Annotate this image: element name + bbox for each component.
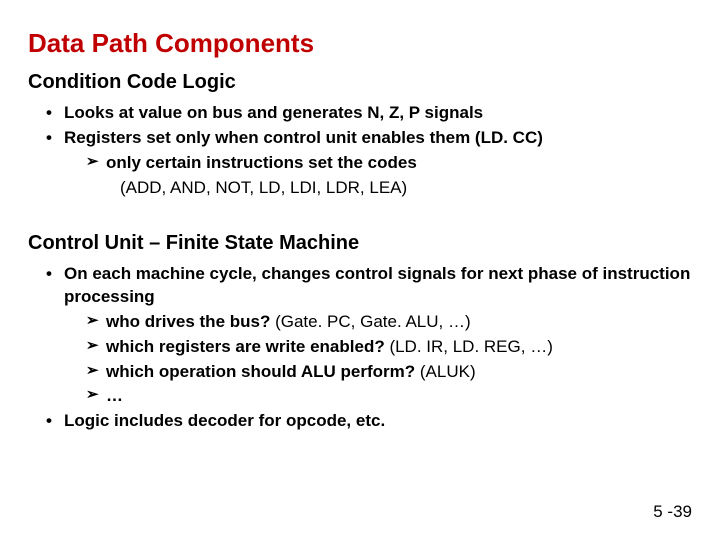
- sub-bullet-bold: who drives the bus?: [106, 312, 270, 331]
- bullet-list-2: On each machine cycle, changes control s…: [28, 263, 692, 434]
- bullet-item: Logic includes decoder for opcode, etc.: [42, 410, 692, 433]
- sub-bullet-item: who drives the bus? (Gate. PC, Gate. ALU…: [86, 311, 692, 334]
- sub-bullet-item: only certain instructions set the codes: [86, 152, 692, 175]
- slide-title: Data Path Components: [28, 28, 692, 59]
- bullet-item: Looks at value on bus and generates N, Z…: [42, 102, 692, 125]
- sub-bullet-item: which operation should ALU perform? (ALU…: [86, 361, 692, 384]
- sub-bullet-list: only certain instructions set the codes: [64, 152, 692, 175]
- sub-bullet-list: who drives the bus? (Gate. PC, Gate. ALU…: [64, 311, 692, 409]
- spacer: [28, 204, 692, 226]
- sub-bullet-detail: (Gate. PC, Gate. ALU, …): [270, 312, 470, 331]
- sub-bullet-bold: which registers are write enabled?: [106, 337, 385, 356]
- bullet-item: On each machine cycle, changes control s…: [42, 263, 692, 409]
- sub-bullet-bold: which operation should ALU perform?: [106, 362, 415, 381]
- sub-bullet-continuation: (ADD, AND, NOT, LD, LDI, LDR, LEA): [120, 177, 692, 200]
- sub-bullet-detail: (ALUK): [415, 362, 475, 381]
- section-heading-2: Control Unit – Finite State Machine: [28, 232, 692, 255]
- bullet-text: Registers set only when control unit ena…: [64, 128, 543, 147]
- sub-bullet-detail: (LD. IR, LD. REG, …): [385, 337, 553, 356]
- section-heading-1: Condition Code Logic: [28, 71, 692, 94]
- page-number: 5 -39: [653, 502, 692, 522]
- bullet-list-1: Looks at value on bus and generates N, Z…: [28, 102, 692, 200]
- sub-bullet-item: …: [86, 385, 692, 408]
- bullet-item: Registers set only when control unit ena…: [42, 127, 692, 200]
- slide: Data Path Components Condition Code Logi…: [0, 0, 720, 540]
- sub-bullet-item: which registers are write enabled? (LD. …: [86, 336, 692, 359]
- bullet-text: On each machine cycle, changes control s…: [64, 264, 690, 306]
